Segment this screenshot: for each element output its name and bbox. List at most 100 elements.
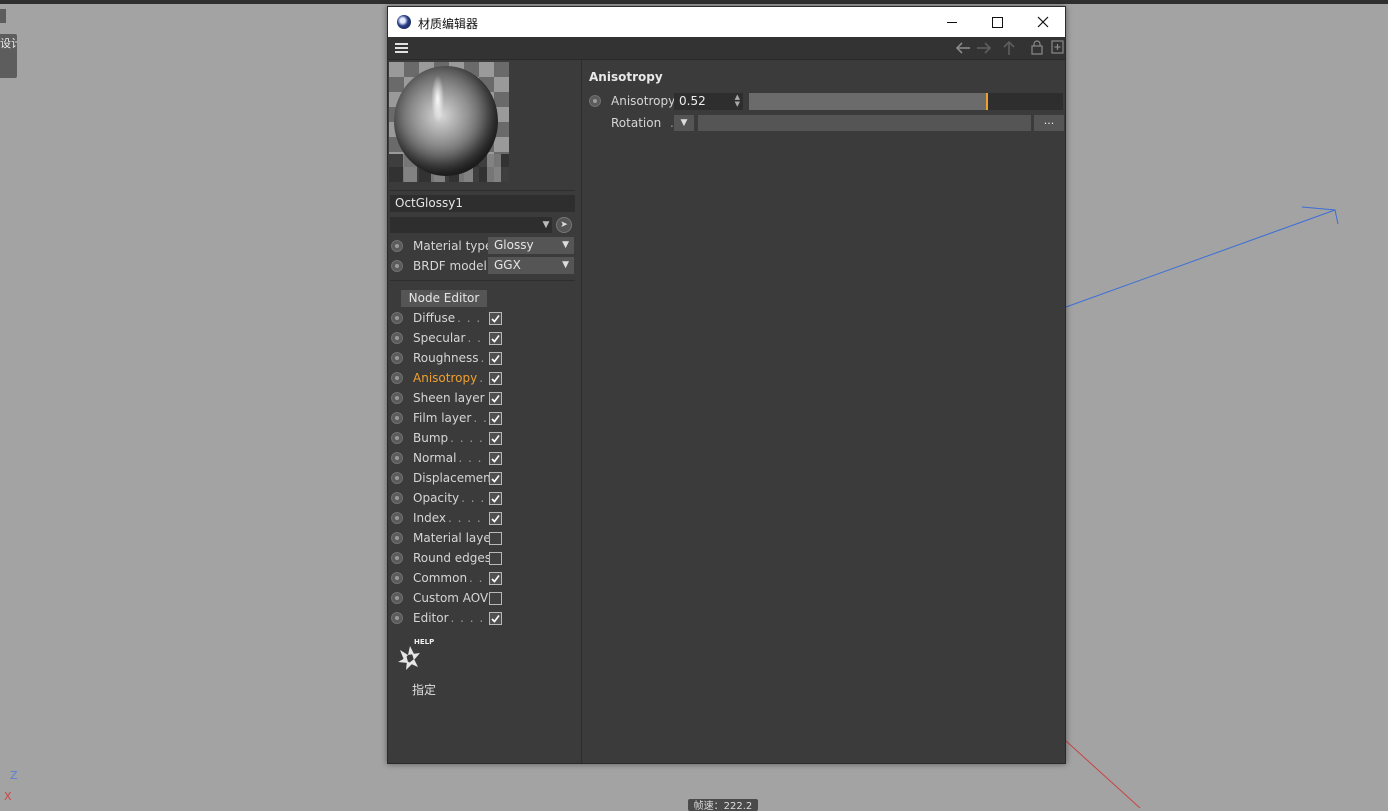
animate-radio-icon[interactable] [391, 452, 403, 464]
animate-radio-icon[interactable] [589, 95, 601, 107]
close-button[interactable] [1020, 7, 1066, 37]
new-window-icon[interactable] [1051, 40, 1064, 54]
channel-label[interactable]: Normal [413, 451, 456, 465]
animate-radio-icon[interactable] [391, 240, 403, 252]
axis-z-label: Z [10, 769, 18, 782]
animate-radio-icon[interactable] [391, 432, 403, 444]
channel-label[interactable]: Custom AOV [413, 591, 488, 605]
channel-row: Material layer [390, 529, 578, 549]
animate-radio-icon[interactable] [391, 492, 403, 504]
channel-checkbox[interactable] [489, 552, 502, 565]
material-preview[interactable] [389, 62, 509, 182]
channel-checkbox[interactable] [489, 432, 502, 445]
animate-radio-icon[interactable] [391, 332, 403, 344]
title-bar[interactable]: 材质编辑器 [388, 7, 1065, 37]
channel-checkbox[interactable] [489, 472, 502, 485]
channel-dots: . . . . . [457, 311, 486, 325]
channel-dots: . . . . . [450, 611, 486, 625]
channel-label[interactable]: Material layer [413, 531, 496, 545]
anisotropy-input[interactable]: 0.52 ▲ ▼ [674, 93, 743, 110]
channel-row: Film layer. . . [390, 409, 578, 429]
channel-dots: . . . . [461, 491, 486, 505]
viewport-side-tab[interactable]: 设计 [0, 34, 17, 78]
rotation-more-button[interactable]: ... [1034, 115, 1064, 131]
material-editor-window: 材质编辑器 OctGlossy1 ▼ ➤ Material type Gloss… [387, 6, 1066, 764]
channel-dots: . . . . [458, 451, 486, 465]
channel-label[interactable]: Roughness [413, 351, 478, 365]
section-title: Anisotropy [589, 70, 663, 84]
rotation-texture-field[interactable] [698, 115, 1031, 131]
x-axis-line [1065, 740, 1141, 808]
channel-checkbox[interactable] [489, 612, 502, 625]
channel-checkbox[interactable] [489, 412, 502, 425]
pick-arrow-icon[interactable]: ➤ [556, 217, 572, 233]
channel-label[interactable]: Editor [413, 611, 449, 625]
menu-icon[interactable] [395, 43, 408, 53]
minimize-button[interactable] [929, 7, 975, 37]
channel-label[interactable]: Index [413, 511, 446, 525]
animate-radio-icon[interactable] [391, 352, 403, 364]
channel-dots: . . . [473, 411, 486, 425]
layer-dropdown-icon[interactable]: ▼ [540, 217, 552, 233]
animate-radio-icon[interactable] [391, 472, 403, 484]
animate-radio-icon[interactable] [391, 412, 403, 424]
lock-icon[interactable] [1031, 40, 1043, 55]
channel-label[interactable]: Anisotropy [413, 371, 477, 385]
viewport-side-tab-top[interactable] [0, 9, 6, 23]
arrow-up-icon[interactable] [1003, 40, 1015, 56]
spinner-icon[interactable]: ▲ ▼ [735, 94, 740, 108]
channel-label[interactable]: Diffuse [413, 311, 455, 325]
channel-label[interactable]: Film layer [413, 411, 471, 425]
material-name-field[interactable]: OctGlossy1 [390, 195, 575, 212]
animate-radio-icon[interactable] [391, 312, 403, 324]
channel-label[interactable]: Specular [413, 331, 465, 345]
channel-checkbox[interactable] [489, 592, 502, 605]
layer-field[interactable] [390, 217, 540, 233]
channel-checkbox[interactable] [489, 572, 502, 585]
side-tab-text: 设计 [0, 37, 17, 50]
rotation-dropdown-icon[interactable]: ▼ [674, 115, 694, 131]
channel-checkbox[interactable] [489, 372, 502, 385]
channel-row: Diffuse. . . . . [390, 309, 578, 329]
channel-checkbox[interactable] [489, 532, 502, 545]
channel-label[interactable]: Common [413, 571, 467, 585]
channel-label[interactable]: Opacity [413, 491, 459, 505]
channel-label[interactable]: Sheen layer [413, 391, 485, 405]
anisotropy-label: Anisotropy [611, 94, 676, 108]
brdf-model-select[interactable]: GGX ▼ [488, 257, 574, 274]
channel-label[interactable]: Round edges [413, 551, 491, 565]
animate-radio-icon[interactable] [391, 532, 403, 544]
maximize-button[interactable] [974, 7, 1020, 37]
animate-radio-icon[interactable] [391, 392, 403, 404]
channel-label[interactable]: Displacement [413, 471, 496, 485]
checkmark-icon [491, 455, 500, 463]
cinema4d-app-icon [397, 15, 411, 29]
animate-radio-icon[interactable] [391, 612, 403, 624]
channel-checkbox[interactable] [489, 312, 502, 325]
checkmark-icon [491, 315, 500, 323]
y-axis-line [1065, 209, 1336, 308]
node-editor-button[interactable]: Node Editor [401, 290, 487, 307]
channel-checkbox[interactable] [489, 512, 502, 525]
channel-checkbox[interactable] [489, 492, 502, 505]
animate-radio-icon[interactable] [391, 260, 403, 272]
channel-checkbox[interactable] [489, 452, 502, 465]
animate-radio-icon[interactable] [391, 372, 403, 384]
channel-checkbox[interactable] [489, 392, 502, 405]
animate-radio-icon[interactable] [391, 552, 403, 564]
channel-dots: . . . . . . [448, 511, 486, 525]
checkmark-icon [491, 415, 500, 423]
arrow-right-icon[interactable] [976, 42, 992, 54]
channel-checkbox[interactable] [489, 352, 502, 365]
animate-radio-icon[interactable] [391, 592, 403, 604]
animate-radio-icon[interactable] [391, 512, 403, 524]
material-type-label: Material type [413, 239, 493, 253]
assign-label[interactable]: 指定 [412, 681, 436, 698]
animate-radio-icon[interactable] [391, 572, 403, 584]
channel-checkbox[interactable] [489, 332, 502, 345]
channel-label[interactable]: Bump [413, 431, 448, 445]
anisotropy-slider[interactable] [749, 93, 1063, 110]
material-type-select[interactable]: Glossy ▼ [488, 237, 574, 254]
slider-handle[interactable] [986, 93, 988, 110]
arrow-left-icon[interactable] [955, 42, 971, 54]
